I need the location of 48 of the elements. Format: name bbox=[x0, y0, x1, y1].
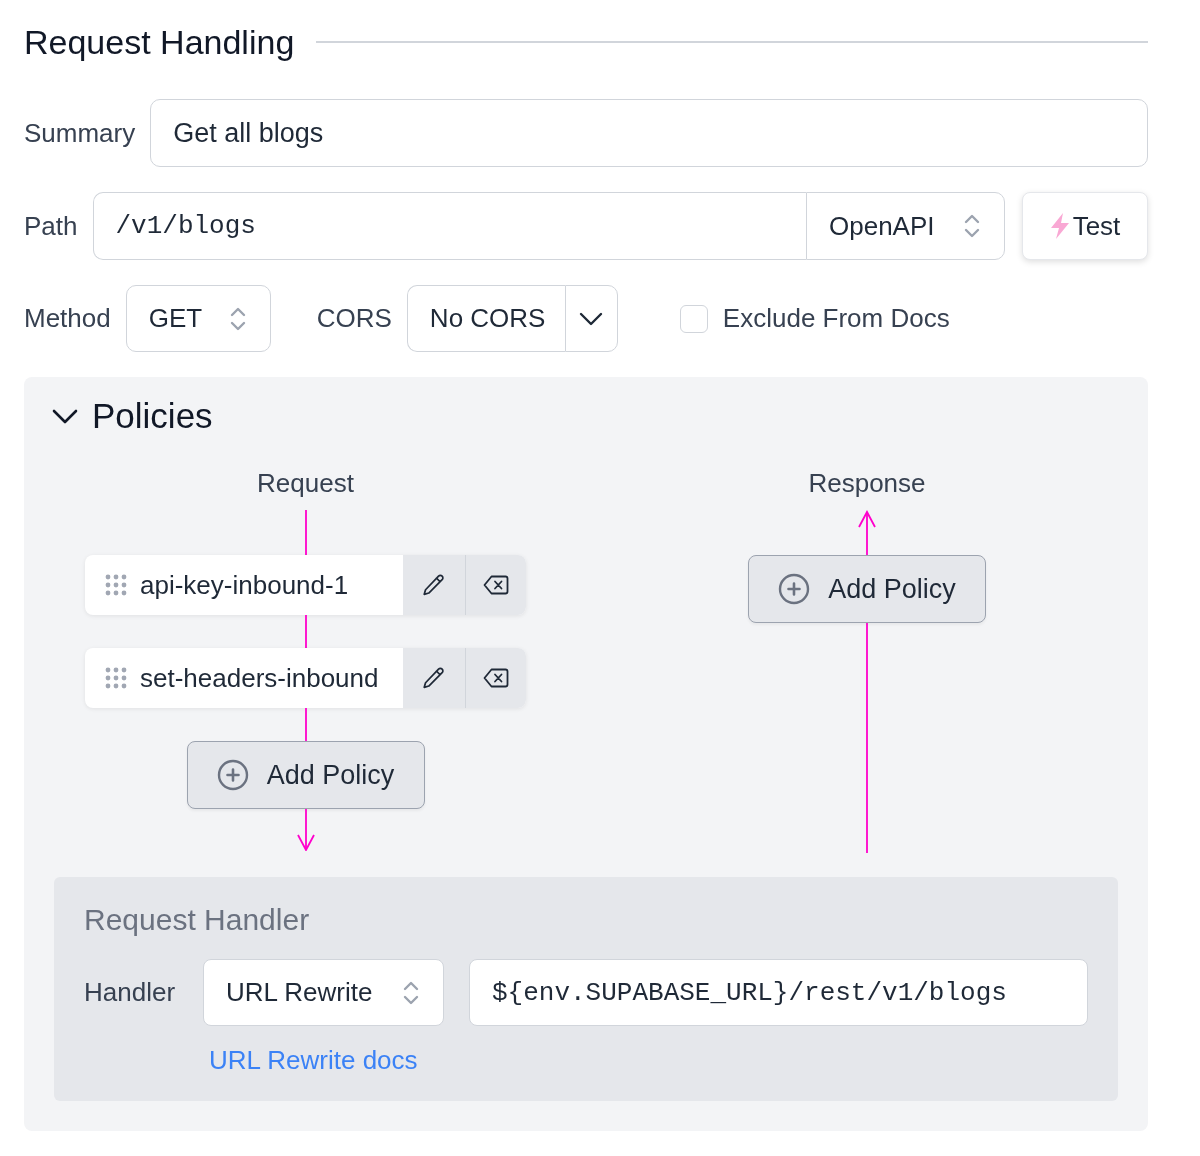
url-field[interactable]: ${env.SUPABASE_URL}/rest/v1/blogs bbox=[469, 959, 1088, 1026]
policy-name: api-key-inbound-1 bbox=[140, 569, 350, 601]
column-heading: Response bbox=[808, 468, 926, 499]
backspace-icon bbox=[483, 668, 509, 688]
test-button[interactable]: Test bbox=[1022, 192, 1148, 260]
field-label: CORS bbox=[316, 303, 392, 334]
column-heading: Request bbox=[257, 468, 354, 499]
field-label: Path bbox=[24, 210, 78, 242]
connector-line bbox=[303, 615, 308, 648]
up-down-icon bbox=[229, 305, 246, 332]
policy-item[interactable]: set-headers-inbound bbox=[85, 648, 526, 708]
pencil-icon bbox=[421, 665, 447, 691]
checkbox-label: Exclude From Docs bbox=[722, 303, 950, 334]
cors-select[interactable]: No CORS bbox=[406, 285, 565, 352]
summary-field[interactable]: Get all blogs bbox=[150, 99, 1148, 167]
up-down-icon bbox=[403, 979, 419, 1006]
connector-line bbox=[303, 708, 308, 741]
path-field[interactable]: /v1/blogs bbox=[92, 192, 806, 260]
method-select[interactable]: GET bbox=[125, 285, 271, 352]
pencil-icon bbox=[421, 572, 447, 598]
up-down-icon bbox=[964, 213, 980, 239]
drag-handle-icon[interactable] bbox=[105, 667, 127, 689]
add-policy-button[interactable]: Add Policy bbox=[748, 555, 986, 623]
field-label: Handler bbox=[84, 977, 177, 1008]
panel-heading: Request Handler bbox=[84, 902, 311, 938]
delete-button[interactable] bbox=[465, 555, 526, 615]
lightning-icon bbox=[1049, 212, 1070, 240]
drag-handle-icon[interactable] bbox=[105, 574, 127, 596]
edit-button[interactable] bbox=[403, 555, 465, 615]
policy-name: set-headers-inbound bbox=[140, 662, 380, 694]
flow-arrow bbox=[295, 809, 316, 851]
chevron-down-icon bbox=[579, 311, 604, 326]
add-policy-button[interactable]: Add Policy bbox=[186, 741, 425, 809]
policy-item[interactable]: api-key-inbound-1 bbox=[85, 555, 526, 615]
edit-button[interactable] bbox=[403, 648, 465, 708]
connector-line bbox=[303, 510, 308, 555]
spec-select[interactable]: OpenAPI bbox=[806, 192, 1005, 260]
field-label: Summary bbox=[24, 117, 136, 149]
delete-button[interactable] bbox=[465, 648, 526, 708]
field-label: Method bbox=[24, 303, 111, 334]
section-title: Request Handling bbox=[24, 22, 295, 63]
flow-arrow bbox=[857, 510, 877, 555]
plus-circle-icon bbox=[216, 759, 249, 791]
plus-circle-icon bbox=[778, 573, 811, 605]
checkbox[interactable] bbox=[679, 304, 708, 333]
handler-select[interactable]: URL Rewrite bbox=[203, 959, 444, 1026]
backspace-icon bbox=[483, 575, 509, 595]
panel-heading: Policies bbox=[92, 396, 213, 436]
